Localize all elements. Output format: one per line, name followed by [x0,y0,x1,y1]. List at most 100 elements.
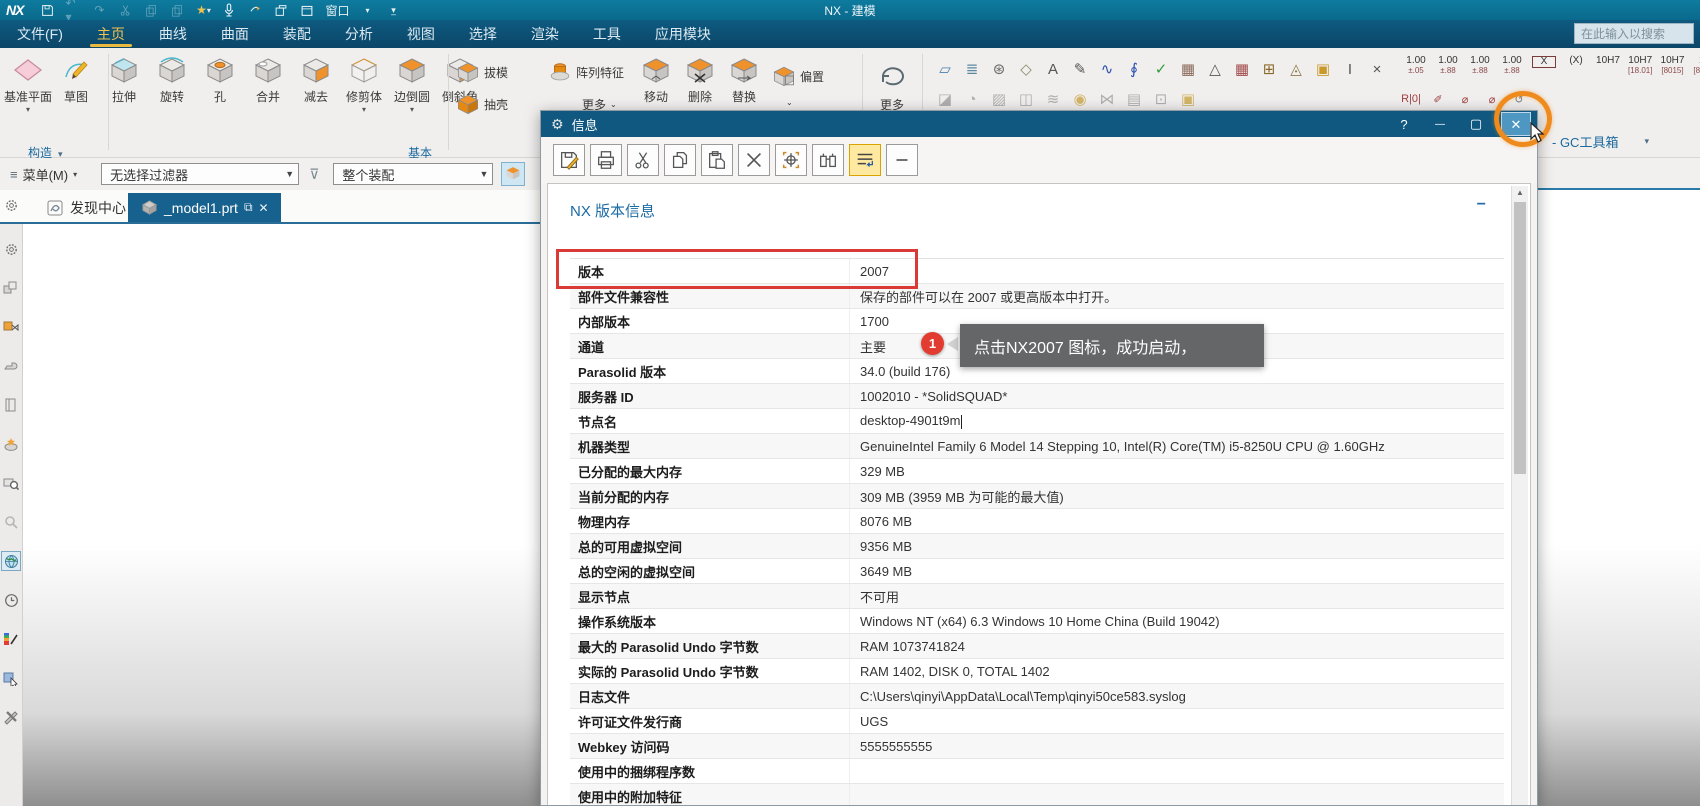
ribbon-button[interactable]: 替换 [724,54,764,105]
ribbon-button[interactable]: 基准平面 ▾ [4,54,52,114]
ribbon-small-icon[interactable]: ◔ [961,88,983,110]
tolerance-style-button[interactable]: 10 [8015] [1692,56,1700,76]
group-label-gc-toolbox[interactable]: - GC工具箱 ▾ [1552,132,1649,151]
ribbon-small-icon[interactable]: ▦ [1231,58,1253,80]
offset-button[interactable]: 偏置 [772,64,824,88]
resource-bar-icon[interactable] [2,591,20,609]
ribbon-small-icon[interactable]: ▣ [1177,88,1199,110]
scroll-up-icon[interactable]: ▲ [1512,188,1528,197]
selection-filter-dropdown[interactable]: 无选择过滤器 ▼ [101,163,300,185]
ribbon-small-icon[interactable]: ⊞ [1258,58,1280,80]
dialog-minimize-button[interactable]: — [1429,119,1451,130]
ribbon-small-icon[interactable]: ✓ [1150,58,1172,80]
tolerance-style-button[interactable]: 10H7 [18.01] [1628,56,1652,76]
resource-bar-icon[interactable] [2,396,20,414]
ribbon-small-icon[interactable]: ◇ [1015,58,1037,80]
copy-icon[interactable] [143,3,159,17]
vertical-scrollbar[interactable]: ▲ [1511,186,1528,805]
ribbon-tab[interactable]: 装配 [266,20,328,48]
ribbon-small-icon[interactable]: ≋ [1042,88,1064,110]
tolerance-style-button[interactable]: 10H7 [1596,56,1620,66]
pattern-feature-button[interactable]: 阵列特征 [548,60,624,84]
ribbon-button[interactable]: 删除 [680,54,720,105]
resource-bar-icon[interactable] [2,435,20,453]
menu-button[interactable]: ≡ 菜单(M) ▾ [0,165,87,184]
scrollbar-thumb[interactable] [1514,202,1526,474]
dialog-toolbar-button[interactable] [627,144,659,176]
resource-bar-icon[interactable] [2,279,20,297]
ribbon-tab[interactable]: 曲面 [204,20,266,48]
dialog-toolbar-button[interactable] [886,144,918,176]
ribbon-small-icon[interactable]: ◬ [1285,58,1307,80]
touch-mode-icon[interactable] [247,3,263,17]
favorites-star-icon[interactable]: ★ ▾ [195,3,211,17]
ribbon-small-icon[interactable]: ◉ [1069,88,1091,110]
ribbon-small-icon[interactable]: ⊛ [988,58,1010,80]
tolerance-style-button[interactable]: 1.00 ±.05 [1404,56,1428,76]
resource-bar-icon[interactable] [1,551,21,571]
resource-bar-icon[interactable] [2,513,20,531]
tolerance-style-button[interactable]: X [1532,56,1556,68]
draft-button[interactable]: 拔模 [456,60,508,84]
ribbon-small-icon[interactable]: ⌀ [1454,88,1476,110]
ribbon-button[interactable]: 旋转 [150,54,194,113]
ribbon-tab[interactable]: 渲染 [514,20,576,48]
selection-scope-dropdown[interactable]: 整个装配 ▼ [333,163,494,185]
ribbon-tab[interactable]: 选择 [452,20,514,48]
tolerance-style-button[interactable]: 10H7 [8015] [1660,56,1685,76]
ribbon-button[interactable]: 移动 [636,54,676,105]
resource-bar-icon[interactable] [2,318,20,336]
ribbon-button[interactable]: 合并 [246,54,290,113]
ribbon-small-icon[interactable]: ▤ [1123,88,1145,110]
ribbon-small-icon[interactable]: ▨ [988,88,1010,110]
dialog-titlebar[interactable]: ⚙ 信息 [541,111,1537,137]
tab-discovery-center[interactable]: 发现中心 [34,193,138,222]
window-dropdown-icon[interactable]: ▾ [359,3,375,17]
undo-icon[interactable]: ↶ ▾ [65,0,81,24]
save-icon[interactable] [39,3,55,17]
synchronous-modeling-icon[interactable] [876,56,910,91]
ribbon-options-icon[interactable]: ▾̲ [385,3,401,17]
window-icon[interactable] [299,3,315,17]
tab-model1-prt[interactable]: _model1.prt ⧉ ✕ [128,193,281,222]
command-finder-mic-icon[interactable] [221,3,237,17]
ribbon-small-icon[interactable]: ▣ [1312,58,1334,80]
dialog-help-button[interactable]: ? [1393,117,1415,132]
ribbon-button[interactable]: 修剪体 ▾ [342,54,386,114]
dialog-maximize-button[interactable]: ▢ [1465,116,1487,132]
ribbon-small-icon[interactable]: ✎ [1069,58,1091,80]
dialog-toolbar-button[interactable] [849,144,881,176]
cut-icon[interactable] [117,3,133,17]
ribbon-small-icon[interactable]: A [1042,58,1064,80]
ribbon-tab[interactable]: 应用模块 [638,20,728,48]
tolerance-style-button[interactable]: 1.00 ±.88 [1468,56,1492,76]
ribbon-button[interactable]: 草图 [54,54,98,113]
paste-icon[interactable] [169,3,185,17]
dialog-toolbar-button[interactable] [701,144,733,176]
ribbon-small-icon[interactable]: ⋈ [1096,88,1118,110]
ribbon-button[interactable]: 边倒圆 ▾ [390,54,434,114]
ribbon-small-icon[interactable]: ▱ [934,58,956,80]
ribbon-small-icon[interactable]: ✐ [1427,88,1449,110]
ribbon-button[interactable]: 减去 [294,54,338,113]
section-collapse-icon[interactable]: − [1477,196,1486,214]
command-search-input[interactable] [1574,23,1694,44]
ribbon-small-icon[interactable]: ⊡ [1150,88,1172,110]
ribbon-button[interactable]: 孔 [198,54,242,113]
ribbon-tab[interactable]: 曲线 [142,20,204,48]
dialog-toolbar-button[interactable] [590,144,622,176]
tolerance-style-button[interactable]: (X) [1564,56,1588,66]
window-menu[interactable]: 窗口 [325,2,349,19]
ribbon-small-icon[interactable]: △ [1204,58,1226,80]
ribbon-small-icon[interactable]: R|0| [1400,88,1422,110]
ribbon-tab[interactable]: 视图 [390,20,452,48]
ribbon-tab[interactable]: 文件(F) [0,20,80,48]
ribbon-small-icon[interactable]: × [1366,58,1388,80]
dialog-toolbar-button[interactable] [738,144,770,176]
ribbon-tab[interactable]: 分析 [328,20,390,48]
dialog-toolbar-button[interactable] [775,144,807,176]
ribbon-tab[interactable]: 工具 [576,20,638,48]
ribbon-small-icon[interactable]: ∿ [1096,58,1118,80]
ribbon-small-icon[interactable]: ∮ [1123,58,1145,80]
ribbon-small-icon[interactable]: ◪ [934,88,956,110]
